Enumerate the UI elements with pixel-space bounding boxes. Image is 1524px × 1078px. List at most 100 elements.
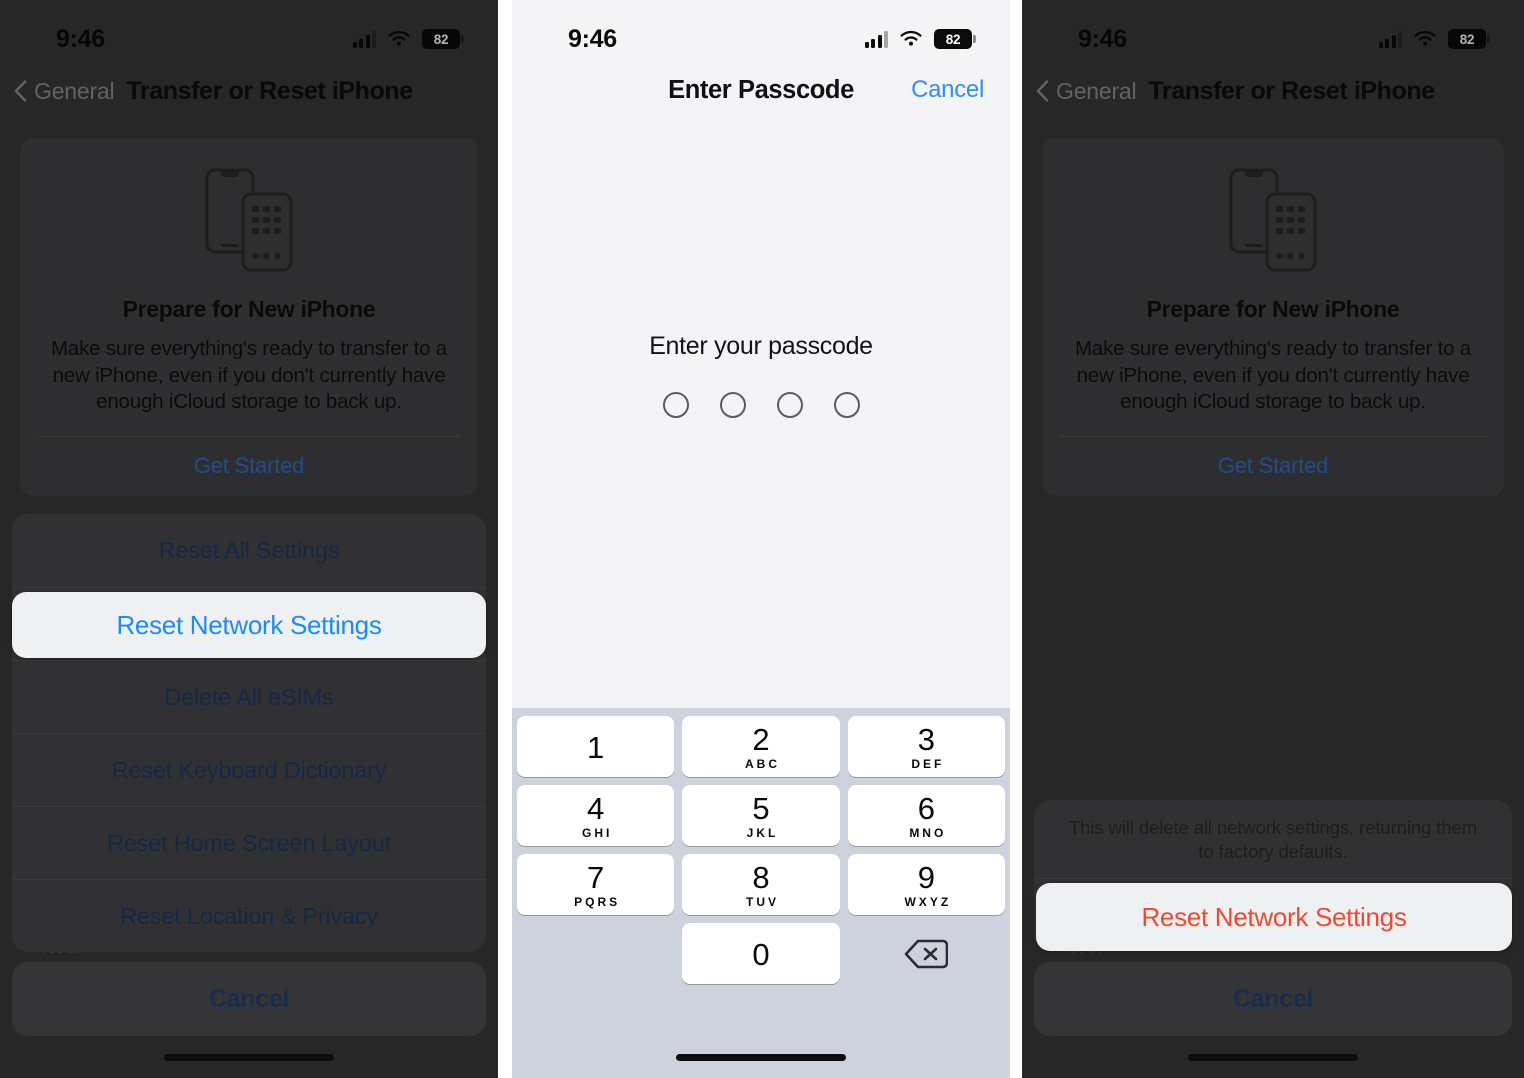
battery-icon: 82 (1448, 29, 1490, 49)
action-reset-all-settings[interactable]: Reset All Settings (12, 514, 486, 587)
key-letters: MNO (909, 825, 947, 840)
cellular-signal-icon (864, 30, 888, 48)
keypad-row: 4 GHI 5 JKL 6 MNO (517, 785, 1005, 846)
battery-percent: 82 (1459, 31, 1475, 47)
key-9[interactable]: 9 WXYZ (847, 854, 1005, 915)
action-reset-location-privacy[interactable]: Reset Location & Privacy (12, 879, 486, 952)
battery-icon: 82 (934, 29, 976, 49)
wifi-icon (388, 30, 410, 46)
cancel-sheet-group: Cancel (12, 962, 486, 1036)
prepare-card-title: Prepare for New iPhone (122, 296, 376, 322)
key-1[interactable]: 1 (517, 716, 675, 777)
cellular-signal-icon (352, 30, 376, 48)
numeric-keypad: 1 2 ABC 3 DEF 4 GHI 5 JKL 6 MNO 7 PQRS 8… (512, 708, 1010, 1078)
key-digit: 5 (752, 790, 770, 826)
two-iphones-icon (38, 166, 460, 274)
key-letters: WXYZ (904, 894, 952, 909)
backspace-delete-icon (905, 939, 949, 968)
status-indicators: 82 (352, 29, 464, 49)
home-indicator (1188, 1054, 1358, 1061)
cancel-button[interactable]: Cancel (1034, 962, 1512, 1036)
phone-panel-2: 9:46 82 Enter Passcode Cancel Enter your… (512, 0, 1010, 1078)
passcode-prompt: Enter your passcode (649, 332, 873, 360)
status-indicators: 82 (1378, 29, 1490, 49)
navigation-bar: General Transfer or Reset iPhone (0, 66, 498, 116)
key-digit: 0 (752, 936, 770, 972)
settings-screen-dimmed: 9:46 82 General Transfer or Reset iPhone… (0, 0, 498, 1078)
keypad-row: 0 (517, 923, 1005, 984)
get-started-button[interactable]: Get Started (38, 437, 460, 496)
key-4[interactable]: 4 GHI (517, 785, 675, 846)
prepare-for-new-iphone-card: Prepare for New iPhone Make sure everyth… (1042, 138, 1504, 496)
passcode-header: Enter Passcode Cancel (512, 64, 1010, 116)
back-button-label: General (1056, 77, 1137, 104)
highlighted-option-reset-network-settings[interactable]: Reset Network Settings (12, 592, 486, 658)
key-digit: 9 (917, 859, 935, 895)
chevron-left-icon (14, 80, 27, 102)
keypad-spacer (517, 923, 674, 984)
screenshot-stage: 9:46 82 General Transfer or Reset iPhone… (0, 0, 1524, 1078)
key-letters: GHI (581, 825, 613, 840)
highlighted-option-label: Reset Network Settings (1141, 901, 1407, 932)
prepare-card-description: Make sure everything's ready to transfer… (1075, 337, 1471, 413)
keypad-row: 1 2 ABC 3 DEF (517, 716, 1005, 777)
key-5[interactable]: 5 JKL (682, 785, 840, 846)
highlighted-option-label: Reset Network Settings (116, 609, 382, 640)
key-letters: DEF (911, 756, 945, 771)
prepare-card-description: Make sure everything's ready to transfer… (51, 337, 447, 413)
home-indicator (164, 1054, 334, 1061)
phone-panel-1: 9:46 82 General Transfer or Reset iPhone… (0, 0, 498, 1078)
key-letters: ABC (744, 756, 780, 771)
key-3[interactable]: 3 DEF (847, 716, 1005, 777)
key-letters: JKL (746, 825, 779, 840)
key-6[interactable]: 6 MNO (847, 785, 1005, 846)
confirm-message: This will delete all network settings, r… (1068, 817, 1478, 862)
back-button[interactable]: General (1036, 77, 1137, 105)
key-delete[interactable] (848, 923, 1005, 984)
navigation-bar: General Transfer or Reset iPhone (1022, 66, 1524, 116)
cancel-button[interactable]: Cancel (12, 962, 486, 1036)
status-indicators: 82 (864, 29, 976, 49)
prepare-for-new-iphone-card: Prepare for New iPhone Make sure everyth… (20, 138, 478, 496)
passcode-dots (512, 392, 1010, 418)
key-digit: 1 (587, 729, 605, 765)
chevron-left-icon (1036, 80, 1049, 102)
wifi-icon (1414, 30, 1436, 46)
key-digit: 4 (587, 790, 605, 826)
keypad-row: 7 PQRS 8 TUV 9 WXYZ (517, 854, 1005, 915)
passcode-dot (776, 392, 803, 418)
key-digit: 8 (752, 859, 770, 895)
key-0[interactable]: 0 (682, 923, 840, 984)
battery-percent: 82 (433, 31, 449, 47)
page-title: Transfer or Reset iPhone (1148, 76, 1435, 105)
home-indicator (676, 1054, 846, 1061)
cancel-sheet-group: Cancel (1034, 962, 1512, 1036)
page-title: Transfer or Reset iPhone (126, 76, 413, 105)
status-bar: 9:46 82 (0, 0, 498, 62)
status-time: 9:46 (1078, 24, 1127, 53)
reset-action-sheet: Reset All Settings Reset Network Setting… (12, 514, 486, 952)
key-7[interactable]: 7 PQRS (517, 854, 675, 915)
status-bar: 9:46 82 (1022, 0, 1524, 62)
back-button[interactable]: General (14, 77, 115, 105)
confirm-reset-screen-dimmed: 9:46 82 General Transfer or Reset iPhone… (1022, 0, 1524, 1078)
action-reset-keyboard-dictionary[interactable]: Reset Keyboard Dictionary (12, 733, 486, 806)
action-delete-all-esims[interactable]: Delete All eSIMs (12, 660, 486, 733)
two-iphones-icon (1060, 166, 1486, 274)
action-reset-home-screen-layout[interactable]: Reset Home Screen Layout (12, 806, 486, 879)
key-8[interactable]: 8 TUV (682, 854, 840, 915)
key-letters: TUV (745, 894, 779, 909)
cellular-signal-icon (1378, 30, 1402, 48)
back-button-label: General (34, 77, 115, 104)
passcode-cancel-button[interactable]: Cancel (911, 76, 984, 104)
status-time: 9:46 (568, 24, 617, 53)
highlighted-confirm-reset-network-settings[interactable]: Reset Network Settings (1036, 883, 1512, 951)
key-digit: 6 (917, 790, 935, 826)
get-started-button[interactable]: Get Started (1060, 437, 1486, 496)
key-digit: 2 (752, 721, 770, 757)
key-letters: PQRS (574, 894, 621, 909)
battery-icon: 82 (422, 29, 464, 49)
key-2[interactable]: 2 ABC (682, 716, 840, 777)
phone-panel-3: 9:46 82 General Transfer or Reset iPhone… (1022, 0, 1524, 1078)
battery-percent: 82 (945, 31, 961, 47)
